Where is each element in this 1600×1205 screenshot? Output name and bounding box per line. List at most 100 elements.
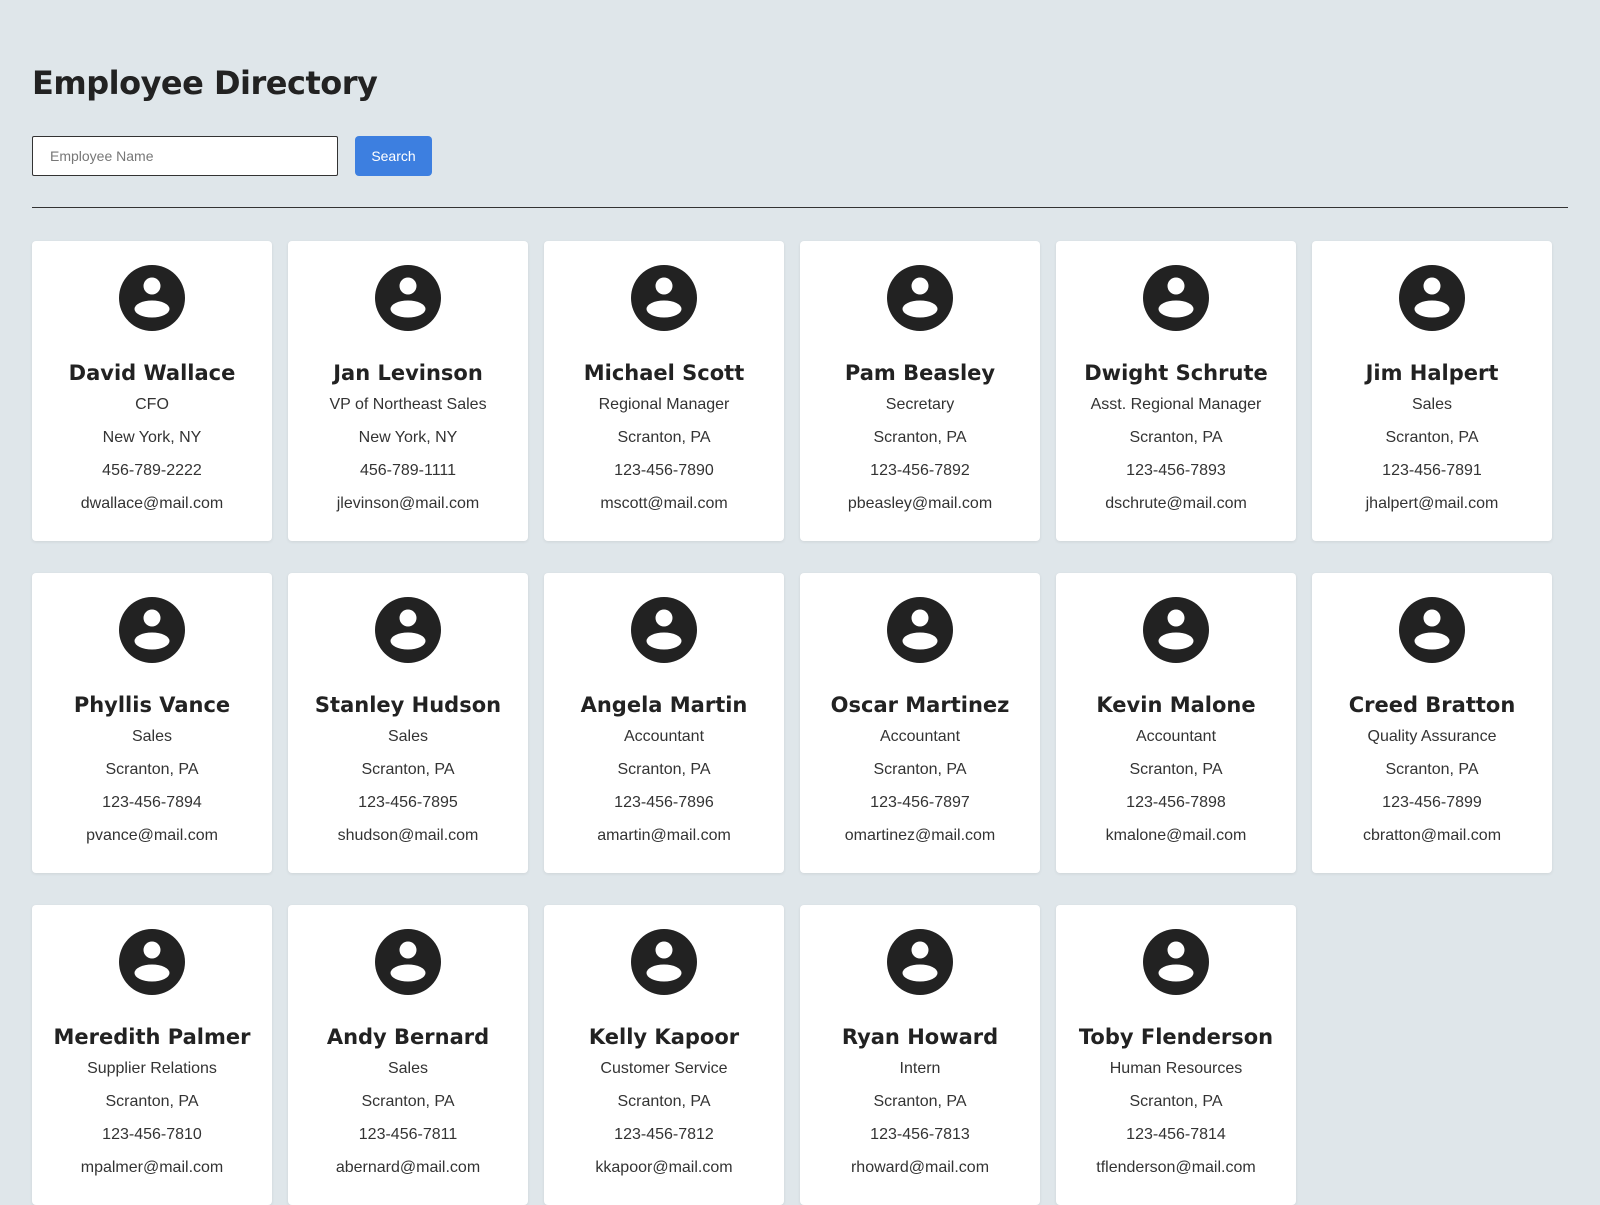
account-circle-icon <box>1398 596 1466 664</box>
employee-email: kkapoor@mail.com <box>595 1159 733 1176</box>
employee-email: amartin@mail.com <box>597 827 731 844</box>
employee-location: Scranton, PA <box>361 761 455 778</box>
employee-phone: 123-456-7899 <box>1382 794 1482 811</box>
employee-name: Michael Scott <box>583 361 745 385</box>
account-circle-icon <box>1142 928 1210 996</box>
employee-location: Scranton, PA <box>1385 429 1479 446</box>
employee-email: jlevinson@mail.com <box>336 495 480 512</box>
employee-title: Asst. Regional Manager <box>1090 396 1262 413</box>
employee-email: rhoward@mail.com <box>850 1159 990 1176</box>
employee-name: Creed Bratton <box>1348 693 1516 717</box>
employee-email: mscott@mail.com <box>600 495 728 512</box>
account-circle-icon <box>374 596 442 664</box>
employee-title: Quality Assurance <box>1367 728 1497 745</box>
employee-card: Ryan Howard Intern Scranton, PA 123-456-… <box>800 905 1040 1205</box>
employee-name: Pam Beasley <box>844 361 996 385</box>
account-circle-icon <box>1142 596 1210 664</box>
employee-location: Scranton, PA <box>873 761 967 778</box>
employee-title: Supplier Relations <box>87 1060 217 1077</box>
employee-card: Oscar Martinez Accountant Scranton, PA 1… <box>800 573 1040 873</box>
employee-location: Scranton, PA <box>617 1093 711 1110</box>
employee-email: pbeasley@mail.com <box>847 495 993 512</box>
employee-title: Human Resources <box>1109 1060 1243 1077</box>
employee-title: CFO <box>135 396 169 413</box>
employee-location: Scranton, PA <box>873 1093 967 1110</box>
account-circle-icon <box>118 264 186 332</box>
employee-phone: 456-789-1111 <box>359 462 457 479</box>
account-circle-icon <box>1398 264 1466 332</box>
employee-card: Stanley Hudson Sales Scranton, PA 123-45… <box>288 573 528 873</box>
employee-title: Accountant <box>623 728 705 745</box>
employee-phone: 123-456-7894 <box>102 794 202 811</box>
employee-card: Dwight Schrute Asst. Regional Manager Sc… <box>1056 241 1296 541</box>
employee-location: Scranton, PA <box>1385 761 1479 778</box>
employee-phone: 123-456-7812 <box>614 1126 714 1143</box>
search-bar: Search <box>32 136 532 176</box>
employee-card: Jim Halpert Sales Scranton, PA 123-456-7… <box>1312 241 1552 541</box>
employee-phone: 123-456-7898 <box>1126 794 1226 811</box>
employee-phone: 123-456-7897 <box>870 794 970 811</box>
employee-name: Kelly Kapoor <box>588 1025 740 1049</box>
employee-card: Phyllis Vance Sales Scranton, PA 123-456… <box>32 573 272 873</box>
employee-card: Meredith Palmer Supplier Relations Scran… <box>32 905 272 1205</box>
employee-email: abernard@mail.com <box>335 1159 481 1176</box>
employee-title: Customer Service <box>600 1060 728 1077</box>
employee-card: Andy Bernard Sales Scranton, PA 123-456-… <box>288 905 528 1205</box>
account-circle-icon <box>886 264 954 332</box>
account-circle-icon <box>630 928 698 996</box>
employee-card: Michael Scott Regional Manager Scranton,… <box>544 241 784 541</box>
employee-name: Meredith Palmer <box>53 1025 251 1049</box>
employee-phone: 123-456-7810 <box>102 1126 202 1143</box>
employee-email: mpalmer@mail.com <box>80 1159 224 1176</box>
employee-name: Ryan Howard <box>841 1025 999 1049</box>
employee-phone: 456-789-2222 <box>102 462 202 479</box>
account-circle-icon <box>630 596 698 664</box>
account-circle-icon <box>374 264 442 332</box>
page-title: Employee Directory <box>32 64 378 102</box>
employee-location: Scranton, PA <box>105 761 199 778</box>
employee-card: Kelly Kapoor Customer Service Scranton, … <box>544 905 784 1205</box>
employee-name: Dwight Schrute <box>1084 361 1268 385</box>
employee-email: pvance@mail.com <box>86 827 218 844</box>
employee-name: Oscar Martinez <box>830 693 1010 717</box>
employee-email: tflenderson@mail.com <box>1096 1159 1256 1176</box>
employee-phone: 123-456-7896 <box>614 794 714 811</box>
account-circle-icon <box>886 596 954 664</box>
employee-title: Accountant <box>1135 728 1217 745</box>
employee-title: Sales <box>131 728 173 745</box>
account-circle-icon <box>1142 264 1210 332</box>
employee-phone: 123-456-7893 <box>1126 462 1226 479</box>
employee-card: Creed Bratton Quality Assurance Scranton… <box>1312 573 1552 873</box>
employee-email: jhalpert@mail.com <box>1365 495 1499 512</box>
employee-phone: 123-456-7892 <box>870 462 970 479</box>
employee-email: dschrute@mail.com <box>1105 495 1247 512</box>
account-circle-icon <box>886 928 954 996</box>
search-button[interactable]: Search <box>355 136 432 176</box>
employee-email: dwallace@mail.com <box>80 495 224 512</box>
employee-title: Sales <box>387 1060 429 1077</box>
employee-phone: 123-456-7813 <box>870 1126 970 1143</box>
employee-name: Kevin Malone <box>1096 693 1256 717</box>
employee-phone: 123-456-7814 <box>1126 1126 1226 1143</box>
employee-title: Secretary <box>885 396 955 413</box>
employee-name: Phyllis Vance <box>73 693 231 717</box>
employee-email: omartinez@mail.com <box>844 827 996 844</box>
employee-phone: 123-456-7891 <box>1382 462 1482 479</box>
employee-location: Scranton, PA <box>1129 429 1223 446</box>
employee-email: kmalone@mail.com <box>1105 827 1247 844</box>
employee-location: Scranton, PA <box>105 1093 199 1110</box>
employee-phone: 123-456-7895 <box>358 794 458 811</box>
employee-location: Scranton, PA <box>1129 761 1223 778</box>
account-circle-icon <box>374 928 442 996</box>
employee-card: Pam Beasley Secretary Scranton, PA 123-4… <box>800 241 1040 541</box>
employee-name-search-input[interactable] <box>32 136 338 176</box>
employee-location: Scranton, PA <box>617 761 711 778</box>
employee-name: Andy Bernard <box>326 1025 490 1049</box>
employee-title: Sales <box>1411 396 1453 413</box>
employee-name: Jim Halpert <box>1365 361 1499 385</box>
employee-title: Accountant <box>879 728 961 745</box>
employee-location: Scranton, PA <box>361 1093 455 1110</box>
employee-location: Scranton, PA <box>1129 1093 1223 1110</box>
account-circle-icon <box>630 264 698 332</box>
employee-phone: 123-456-7811 <box>358 1126 458 1143</box>
